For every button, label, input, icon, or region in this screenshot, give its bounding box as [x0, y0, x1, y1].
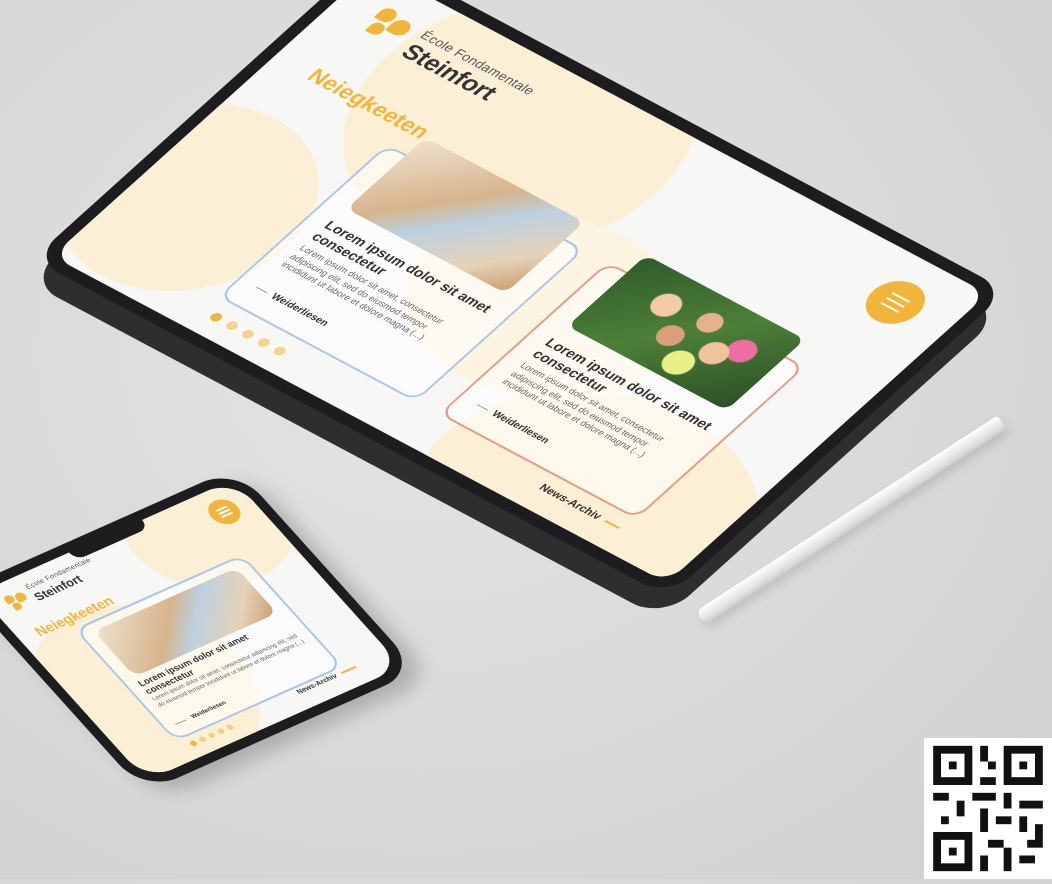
phone-device: École Fondamentale Steinfort Neiegkeeten…: [0, 467, 419, 793]
carousel-dot-active[interactable]: [207, 311, 225, 324]
carousel-dot[interactable]: [223, 319, 241, 332]
hamburger-menu-icon[interactable]: [853, 272, 938, 332]
carousel-dot[interactable]: [239, 328, 257, 341]
carousel-dot[interactable]: [255, 336, 273, 349]
qr-code-pattern: [925, 738, 1051, 879]
phone-screen: École Fondamentale Steinfort Neiegkeeten…: [0, 479, 403, 781]
carousel-dot[interactable]: [271, 345, 289, 357]
qr-code[interactable]: [924, 738, 1052, 879]
